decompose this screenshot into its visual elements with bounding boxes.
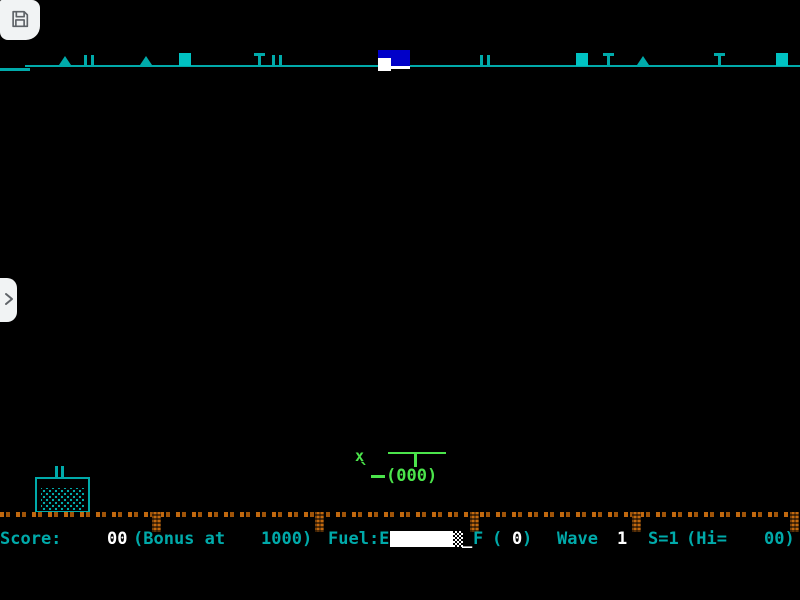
floppy-disk-icon [9, 8, 31, 33]
score-value: 00 [107, 529, 127, 549]
wave-label: Wave [557, 529, 598, 549]
horizon-sprite-tower [258, 53, 261, 65]
fuel-gauge-bar [390, 531, 453, 547]
score-label: Score: [0, 529, 61, 549]
horizon-sprite-pillars [272, 55, 282, 65]
horizon-sprite-tree [59, 56, 71, 65]
game-screen: x ` (000) Score: 00 (Bonus at 1000) Fuel… [0, 0, 800, 600]
ground-post [315, 512, 324, 532]
wave-value: 1 [617, 529, 627, 549]
vehicle-tow-bar [371, 475, 385, 478]
horizon-sprite-tree [140, 56, 152, 65]
bonus-value: 1000) [261, 529, 312, 549]
horizon-sprite-bunker-blue [378, 50, 410, 66]
depot-tank [35, 477, 90, 513]
horizon-sprite-tree [637, 56, 649, 65]
ammo-open-paren: ( [492, 529, 502, 549]
ships-value: S=1 [648, 529, 679, 549]
fuel-empty-mark: _ [462, 529, 472, 549]
fuel-full-label: F [473, 529, 483, 549]
ammo-close-paren: ) [522, 529, 532, 549]
fuel-label: Fuel:E [328, 529, 389, 549]
sidebar-toggle-button[interactable] [0, 278, 17, 322]
horizon-sprite-pillars [480, 55, 490, 65]
horizon-sprite-block [576, 53, 588, 66]
horizon-sprite-block [179, 53, 191, 66]
hi-value: 00) [764, 529, 795, 549]
ground-line [0, 512, 800, 517]
horizon-sprite-tower [607, 53, 610, 65]
vehicle-body: (000) [386, 466, 437, 486]
ammo-value: 0 [512, 529, 522, 549]
horizon-line [25, 65, 800, 67]
horizon-sprite-pillars [84, 55, 94, 65]
vehicle-rotor-bar [388, 452, 446, 454]
horizon-sprite-block [776, 53, 788, 66]
smoke-puff-bottom: ` [359, 460, 370, 481]
hi-label: (Hi= [686, 529, 727, 549]
depot-fill-pattern [41, 488, 84, 510]
horizon-line-step [0, 68, 30, 71]
horizon-sprite-tower [718, 53, 721, 65]
bonus-label: (Bonus at [133, 529, 225, 549]
ground-post [632, 512, 641, 532]
chevron-right-icon [3, 292, 15, 309]
save-button[interactable] [0, 0, 40, 40]
